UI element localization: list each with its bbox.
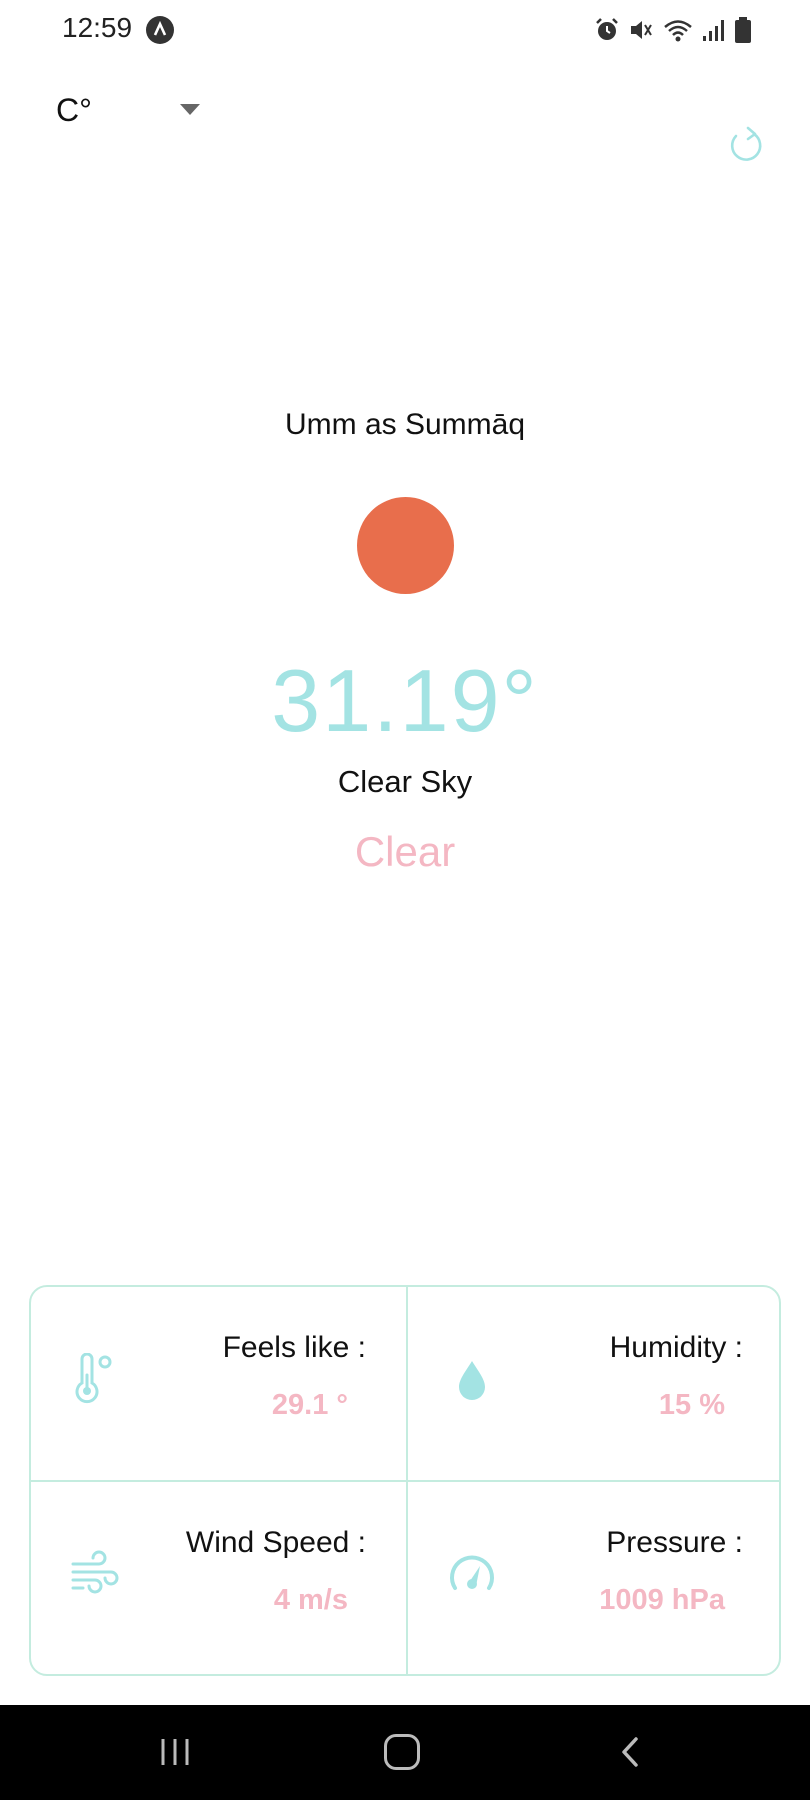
- wind-icon: [71, 1550, 119, 1594]
- wifi-icon: [662, 17, 694, 43]
- feels-like-label: Feels like :: [222, 1331, 366, 1364]
- status-bar: 12:59: [0, 0, 810, 60]
- mute-icon: [628, 17, 654, 43]
- pressure-label: Pressure :: [606, 1526, 743, 1559]
- humidity-value: 15 %: [658, 1389, 725, 1421]
- feels-like-cell: Feels like : 29.1 °: [31, 1287, 406, 1480]
- alarm-icon: [594, 17, 620, 43]
- pressure-value: 1009 hPa: [599, 1584, 725, 1616]
- humidity-cell: Humidity : 15 %: [408, 1287, 779, 1480]
- refresh-icon: [730, 126, 762, 161]
- status-icons: [594, 14, 752, 46]
- refresh-button[interactable]: [724, 120, 768, 168]
- recent-apps-icon[interactable]: [158, 1735, 192, 1769]
- feels-like-value: 29.1 °: [271, 1389, 348, 1421]
- back-icon[interactable]: [618, 1735, 642, 1769]
- wind-speed-cell: Wind Speed : 4 m/s: [31, 1482, 406, 1674]
- clear-sky-sun-icon: [357, 497, 454, 594]
- thermometer-icon: [75, 1353, 112, 1404]
- status-time: 12:59: [62, 12, 133, 43]
- humidity-label: Humidity :: [609, 1331, 743, 1364]
- current-temperature: 31.19°: [271, 651, 539, 750]
- water-drop-icon: [459, 1361, 485, 1400]
- pressure-cell: Pressure : 1009 hPa: [408, 1482, 779, 1674]
- app-notification-icon: [146, 16, 174, 44]
- gauge-icon: [450, 1555, 494, 1590]
- wind-speed-label: Wind Speed :: [185, 1526, 366, 1559]
- city-name: Umm as Summāq: [284, 408, 526, 441]
- signal-icon: [702, 17, 726, 43]
- weather-stats-card: Feels like : 29.1 ° Humidity : 15 % Wind…: [29, 1285, 781, 1676]
- caret-down-icon: [180, 104, 200, 115]
- weather-description: Clear Sky: [337, 764, 473, 799]
- wind-speed-value: 4 m/s: [273, 1584, 348, 1616]
- unit-dropdown[interactable]: C°: [56, 88, 206, 132]
- unit-selected-value: C°: [56, 92, 92, 128]
- system-navigation-bar: [0, 1705, 810, 1800]
- weather-condition: Clear: [354, 828, 456, 875]
- battery-icon: [734, 16, 752, 44]
- home-button-icon[interactable]: [384, 1734, 420, 1770]
